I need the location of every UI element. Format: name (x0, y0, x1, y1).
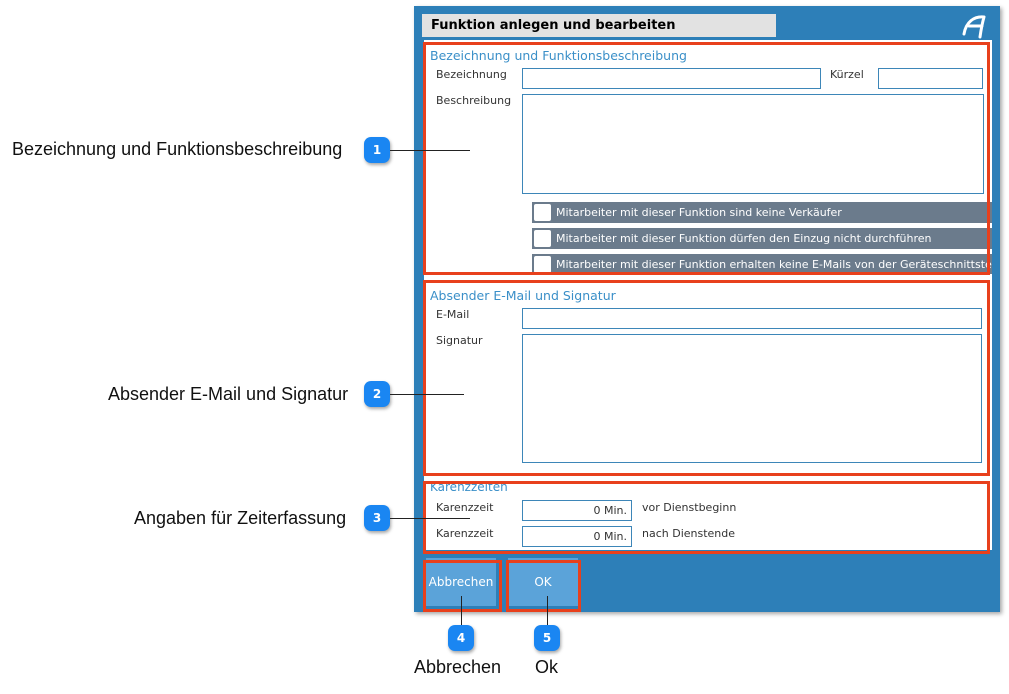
section-title-email: Absender E-Mail und Signatur (430, 288, 616, 303)
annotation-line-1 (390, 150, 470, 151)
annotation-text-1: Bezeichnung und Funktionsbeschreibung (12, 139, 343, 159)
label-nach-dienstende: nach Dienstende (642, 527, 736, 540)
section-title-karenzzeiten: Karenzzeiten (430, 480, 508, 494)
section-title-bezeichnung: Bezeichnung und Funktionsbeschreibung (430, 48, 687, 63)
annotation-marker-4: 4 (448, 625, 474, 651)
annotation-marker-1: 1 (364, 137, 390, 163)
checkbox-keine-verkaeufer[interactable]: Mitarbeiter mit dieser Funktion sind kei… (532, 202, 992, 223)
checkbox-box[interactable] (534, 230, 551, 247)
dialog-title: Funktion anlegen und bearbeiten (422, 14, 776, 37)
kuerzel-input[interactable] (878, 68, 983, 89)
annotation-line-3 (390, 518, 470, 519)
label-karenzzeit-2: Karenzzeit (436, 527, 494, 540)
beschreibung-textarea[interactable] (522, 94, 984, 194)
app-logo-icon (962, 15, 986, 39)
karenzzeit-nach-input[interactable]: 0 Min. (522, 526, 632, 547)
annotation-marker-3: 3 (364, 505, 390, 531)
label-vor-dienstbeginn: vor Dienstbeginn (642, 501, 737, 514)
signatur-textarea[interactable] (522, 334, 982, 463)
email-input[interactable] (522, 308, 982, 329)
annotation-text-4: Abbrechen (414, 657, 502, 677)
annotation-text-5: Ok (535, 657, 559, 677)
dialog-content: Bezeichnung und Funktionsbeschreibung Be… (424, 40, 992, 550)
bezeichnung-input[interactable] (522, 68, 821, 89)
checkbox-box[interactable] (534, 256, 551, 273)
checkbox-kein-einzug[interactable]: Mitarbeiter mit dieser Funktion dürfen d… (532, 228, 992, 249)
annotation-text-3: Angaben für Zeiterfassung (134, 508, 347, 528)
annotation-marker-5: 5 (534, 625, 560, 651)
label-beschreibung: Beschreibung (436, 94, 512, 107)
checkbox-label: Mitarbeiter mit dieser Funktion erhalten… (556, 258, 992, 271)
annotation-line-5 (547, 596, 548, 626)
annotation-line-2 (390, 394, 464, 395)
annotation-line-4 (461, 596, 462, 626)
karenzzeit-vor-input[interactable]: 0 Min. (522, 500, 632, 521)
ok-button[interactable]: OK (508, 558, 578, 606)
label-signatur: Signatur (436, 334, 483, 347)
annotation-text-2: Absender E-Mail und Signatur (108, 384, 349, 404)
label-bezeichnung: Bezeichnung (436, 68, 507, 81)
checkbox-keine-emails[interactable]: Mitarbeiter mit dieser Funktion erhalten… (532, 254, 992, 274)
dialog-window: Funktion anlegen und bearbeiten Bezeichn… (414, 6, 1000, 612)
checkbox-label: Mitarbeiter mit dieser Funktion dürfen d… (556, 232, 932, 245)
label-karenzzeit-1: Karenzzeit (436, 501, 494, 514)
checkbox-box[interactable] (534, 204, 551, 221)
annotation-marker-2: 2 (364, 381, 390, 407)
label-email: E-Mail (436, 308, 470, 321)
label-kuerzel: Kürzel (830, 68, 864, 81)
checkbox-label: Mitarbeiter mit dieser Funktion sind kei… (556, 206, 842, 219)
